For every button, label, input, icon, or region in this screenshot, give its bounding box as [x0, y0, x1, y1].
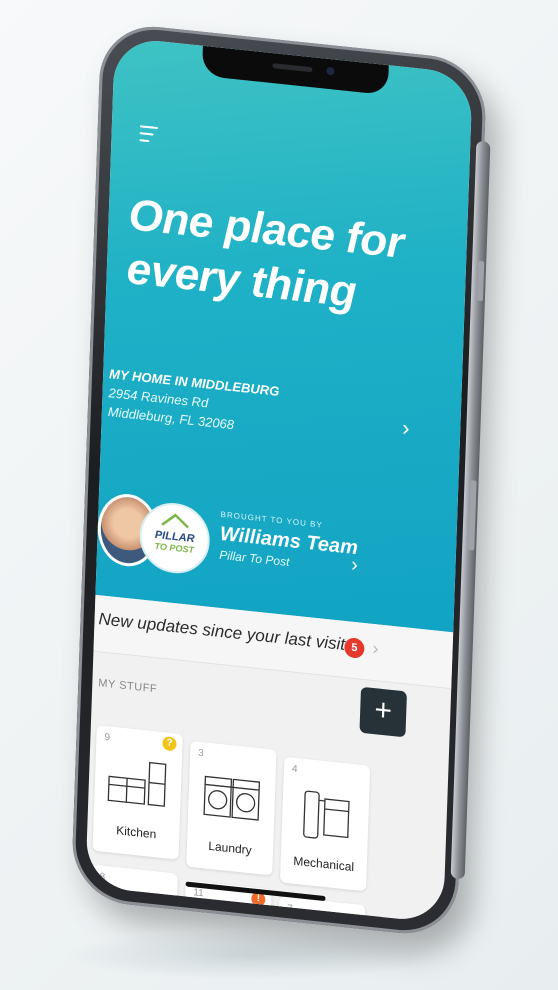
hero-headline: One place for every thing: [126, 190, 405, 317]
tile-count: 7: [286, 903, 293, 915]
tile-count: 3: [198, 747, 204, 760]
appliance-icon: [195, 910, 259, 924]
agent-card[interactable]: PILLAR TO POST BROUGHT TO YOU BY William…: [96, 491, 429, 605]
tile-label: Mechanical: [293, 853, 355, 875]
water-heater-icon: [303, 790, 350, 839]
notch: [201, 45, 389, 96]
add-item-button[interactable]: +: [359, 686, 408, 738]
tile-label: Kitchen: [116, 823, 157, 842]
home-card[interactable]: MY HOME IN MIDDLEBURG 2954 Ravines Rd Mi…: [102, 366, 434, 453]
updates-chevron-right-icon: ›: [372, 637, 379, 659]
tile-kitchen[interactable]: 9 ? Kitchen: [92, 725, 183, 860]
phone-screen: One place for every thing MY HOME IN MID…: [85, 36, 473, 924]
tile-mechanical[interactable]: 4 Mechanical: [279, 756, 371, 892]
tile-laundry[interactable]: 3 Laundry: [186, 740, 277, 876]
tile-count: 4: [291, 763, 298, 776]
phone-frame: One place for every thing MY HOME IN MID…: [70, 21, 491, 939]
question-alert-icon: ?: [162, 735, 177, 752]
agent-info: BROUGHT TO YOU BY Williams Team Pillar T…: [219, 510, 359, 576]
tile-count: 8: [99, 871, 106, 884]
company-logo: PILLAR TO POST: [138, 499, 211, 577]
home-chevron-right-icon[interactable]: ›: [402, 415, 410, 442]
house-roof-icon: [161, 513, 189, 529]
camera-icon: [326, 66, 335, 76]
tile-count: 9: [104, 731, 111, 744]
round-item-icon: [111, 911, 141, 924]
washer-dryer-icon: [203, 775, 261, 821]
speaker-icon: [272, 63, 313, 73]
floor-shadow: [60, 930, 440, 980]
agent-chevron-right-icon[interactable]: ›: [351, 554, 358, 578]
hero-section: One place for every thing MY HOME IN MID…: [95, 36, 473, 633]
my-stuff-label: MY STUFF: [98, 677, 158, 696]
tile-item-4[interactable]: 8: [87, 864, 178, 924]
kitchen-cabinets-icon: [107, 761, 167, 807]
tile-count: 11: [193, 887, 204, 900]
updates-count-badge: 5: [344, 636, 365, 660]
tile-label: Laundry: [208, 838, 252, 858]
menu-icon[interactable]: [139, 125, 162, 147]
